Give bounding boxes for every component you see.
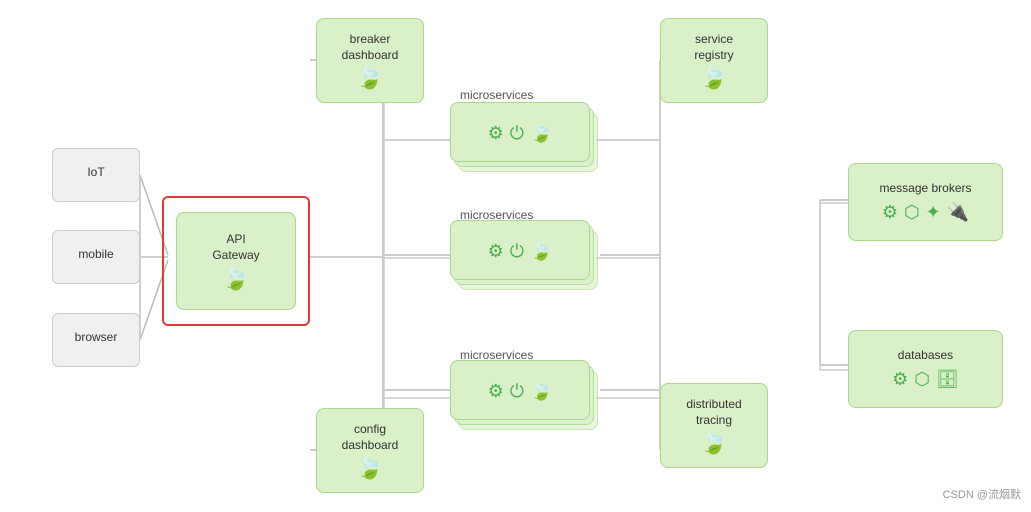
power-icon-ms1: ⏻ bbox=[510, 123, 524, 144]
mobile-label: mobile bbox=[78, 247, 113, 263]
gear-icon-ms1: ⚙ bbox=[488, 123, 504, 144]
microservices-label-2: microservices bbox=[460, 208, 533, 222]
browser-label: browser bbox=[75, 330, 118, 346]
ms3-icons: ⚙ ⏻ 🍃 bbox=[488, 381, 553, 402]
distributed-tracing-label: distributedtracing bbox=[686, 397, 741, 428]
gear-icon-broker: ⚙ bbox=[882, 202, 898, 223]
browser-box: browser bbox=[52, 313, 140, 367]
db-icons: ⚙ ⬡ 🗄 bbox=[892, 369, 959, 390]
distributed-tracing-box: distributedtracing 🍃 bbox=[660, 383, 768, 468]
ms1-icons: ⚙ ⏻ 🍃 bbox=[488, 123, 553, 144]
gear-icon-ms3: ⚙ bbox=[488, 381, 504, 402]
databases-box: databases ⚙ ⬡ 🗄 bbox=[848, 330, 1003, 408]
api-gateway-label: APIGateway bbox=[212, 232, 259, 263]
microservices-stack-2: ⚙ ⏻ 🍃 bbox=[450, 220, 595, 295]
databases-label: databases bbox=[898, 348, 953, 364]
architecture-diagram: IoT mobile browser APIGateway 🍃 breakerd… bbox=[0, 0, 1031, 512]
microservices-stack-3: ⚙ ⏻ 🍃 bbox=[450, 360, 595, 435]
leaf-icon-ms1: 🍃 bbox=[530, 123, 552, 144]
api-gateway-box: APIGateway 🍃 bbox=[176, 212, 296, 310]
gateway-outline: APIGateway 🍃 bbox=[162, 196, 310, 326]
power-icon-ms3: ⏻ bbox=[510, 381, 524, 402]
leaf-icon-ms2: 🍃 bbox=[530, 241, 552, 262]
gear-icon-db: ⚙ bbox=[892, 369, 908, 390]
microservices-label-1: microservices bbox=[460, 88, 533, 102]
config-dashboard-label: configdashboard bbox=[342, 422, 399, 453]
iot-box: IoT bbox=[52, 148, 140, 202]
spring-icon-tracing: 🍃 bbox=[700, 432, 727, 454]
branch-icon-broker: ⬡ bbox=[904, 202, 920, 223]
service-registry-label: serviceregistry bbox=[694, 32, 733, 63]
spring-icon-registry: 🍃 bbox=[700, 67, 727, 89]
watermark: CSDN @流烟默 bbox=[943, 486, 1021, 502]
service-registry-box: serviceregistry 🍃 bbox=[660, 18, 768, 103]
breaker-dashboard-box: breakerdashboard 🍃 bbox=[316, 18, 424, 103]
nodes-icon-broker: ✦ bbox=[926, 202, 941, 223]
breaker-dashboard-label: breakerdashboard bbox=[342, 32, 399, 63]
plugin-icon-broker: 🔌 bbox=[947, 202, 969, 223]
mobile-box: mobile bbox=[52, 230, 140, 284]
spring-icon-config: 🍃 bbox=[356, 457, 383, 479]
spring-icon-gateway: 🍃 bbox=[222, 268, 249, 290]
message-brokers-label: message brokers bbox=[879, 181, 971, 197]
ms2-icons: ⚙ ⏻ 🍃 bbox=[488, 241, 553, 262]
config-dashboard-box: configdashboard 🍃 bbox=[316, 408, 424, 493]
spring-icon-breaker: 🍃 bbox=[356, 67, 383, 89]
broker-icons: ⚙ ⬡ ✦ 🔌 bbox=[882, 202, 969, 223]
message-brokers-box: message brokers ⚙ ⬡ ✦ 🔌 bbox=[848, 163, 1003, 241]
microservices-stack-1: ⚙ ⏻ 🍃 bbox=[450, 102, 595, 177]
gear-icon-ms2: ⚙ bbox=[488, 241, 504, 262]
iot-label: IoT bbox=[87, 165, 104, 181]
leaf-icon-ms3: 🍃 bbox=[530, 381, 552, 402]
branch-icon-db: ⬡ bbox=[914, 369, 930, 390]
power-icon-ms2: ⏻ bbox=[510, 241, 524, 262]
microservices-label-3: microservices bbox=[460, 348, 533, 362]
db-icon: 🗄 bbox=[936, 369, 959, 390]
